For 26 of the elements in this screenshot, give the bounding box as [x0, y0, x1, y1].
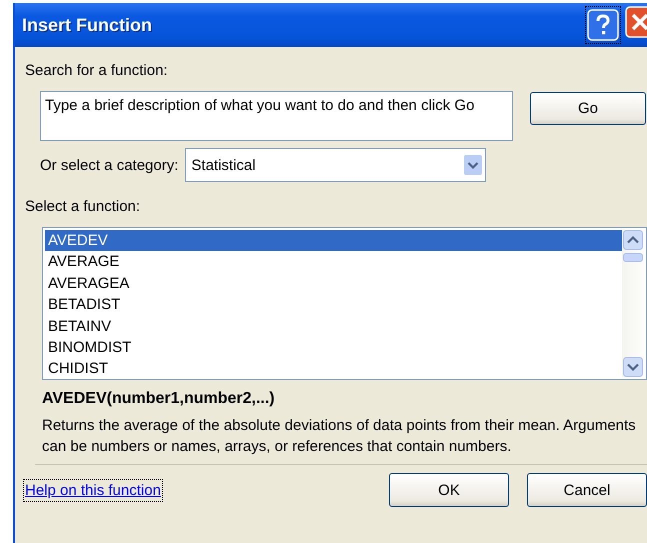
go-button[interactable]: Go [530, 92, 646, 125]
category-dropdown[interactable]: Statistical [185, 148, 486, 182]
window-title: Insert Function [22, 14, 152, 36]
category-label: Or select a category: [40, 156, 178, 174]
dialog-button[interactable]: Cancel [527, 473, 647, 507]
function-list-item[interactable]: AVERAGE [45, 251, 622, 273]
function-list-item[interactable]: AVERAGEA [45, 272, 622, 294]
function-list-item[interactable]: BINOMDIST [45, 336, 622, 358]
function-list-item[interactable]: CHIDIST [45, 358, 622, 380]
function-list-item[interactable]: BETADIST [45, 294, 622, 316]
scroll-thumb[interactable] [623, 253, 643, 262]
search-label: Search for a function: [25, 62, 169, 79]
function-list-item[interactable]: AVEDEV [45, 230, 622, 252]
function-signature: AVEDEV(number1,number2,...) [42, 390, 276, 408]
close-icon[interactable] [625, 6, 647, 38]
function-list-item[interactable]: BETAINV [45, 316, 622, 337]
help-icon[interactable] [585, 6, 621, 44]
function-description: Returns the average of the absolute deviations of data points from their mean. Arguments can be numbers or names, arrays, or references that contain numbers. [42, 416, 637, 457]
scroll-up-icon[interactable] [623, 230, 643, 250]
function-list[interactable]: AVEDEV AVERAGE AVERAGEA BETADIST BETAINV BINOMDIST CHIDIST [42, 227, 647, 380]
dialog-button[interactable]: OK [389, 473, 509, 507]
function-list-label: Select a function: [25, 198, 142, 215]
scrollbar[interactable] [622, 230, 644, 377]
help-link[interactable]: Help on this function [23, 478, 163, 502]
search-field[interactable]: Type a brief description of what you want to do and then click Go [40, 91, 513, 141]
scroll-down-icon[interactable] [623, 357, 643, 377]
